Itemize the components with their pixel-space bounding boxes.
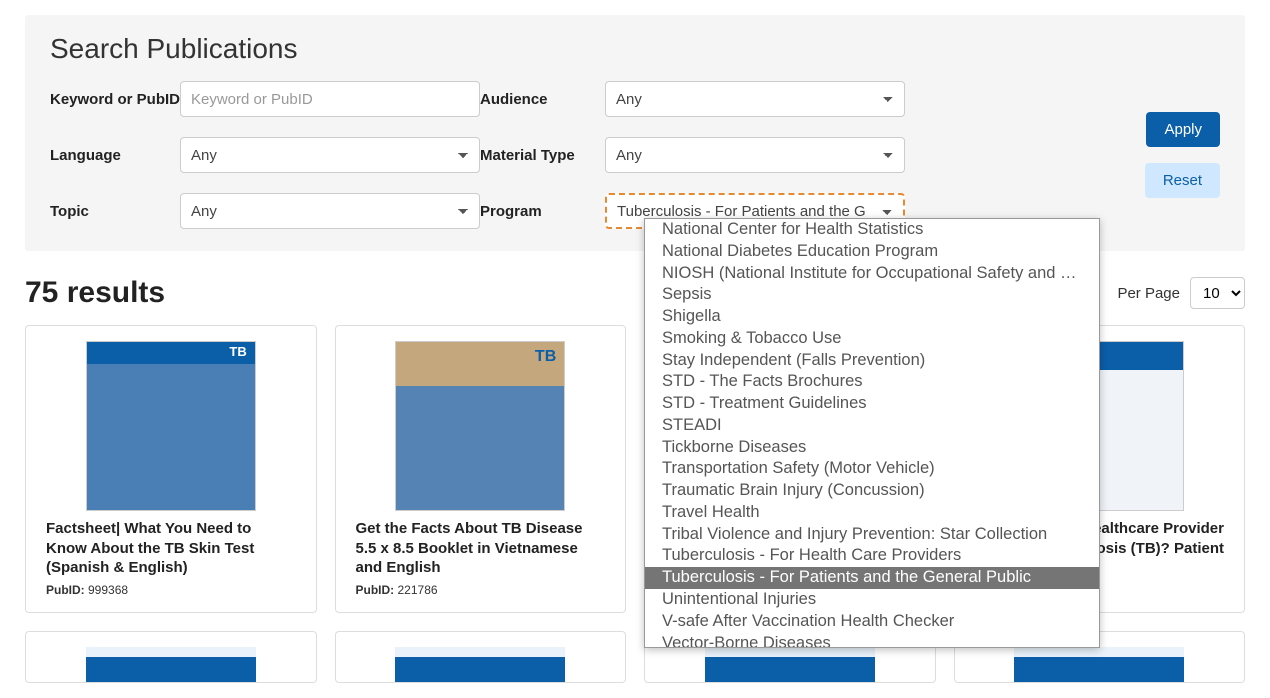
publication-thumbnail [1014, 647, 1184, 683]
label-program: Program [480, 203, 605, 220]
program-option[interactable]: Tribal Violence and Injury Prevention: S… [645, 524, 1099, 546]
card-pubid: PubID: 221786 [356, 583, 606, 597]
program-option[interactable]: Tuberculosis - For Patients and the Gene… [645, 567, 1099, 589]
publication-thumbnail [86, 647, 256, 683]
buttons-cell: Apply Reset [905, 112, 1220, 198]
apply-button[interactable]: Apply [1146, 112, 1220, 147]
material-type-select[interactable]: Any [605, 137, 905, 173]
language-select[interactable]: Any [180, 137, 480, 173]
program-option[interactable]: National Diabetes Education Program [645, 241, 1099, 263]
program-dropdown-listbox[interactable]: National Center for Health StatisticsNat… [644, 218, 1100, 648]
card-thumb-wrap [356, 341, 606, 511]
search-title: Search Publications [50, 33, 1220, 65]
program-option[interactable]: V-safe After Vaccination Health Checker [645, 611, 1099, 633]
label-keyword: Keyword or PubID [50, 91, 180, 108]
program-option[interactable]: Tickborne Diseases [645, 437, 1099, 459]
topic-select[interactable]: Any [180, 193, 480, 229]
program-option[interactable]: STD - The Facts Brochures [645, 371, 1099, 393]
publication-thumbnail [86, 341, 256, 511]
card-title: Get the Facts About TB Disease 5.5 x 8.5… [356, 519, 606, 578]
label-topic: Topic [50, 203, 180, 220]
results-count: 75 results [25, 276, 165, 310]
program-option[interactable]: Smoking & Tobacco Use [645, 328, 1099, 350]
program-option[interactable]: STD - Treatment Guidelines [645, 393, 1099, 415]
program-option[interactable]: Sepsis [645, 284, 1099, 306]
label-language: Language [50, 147, 180, 164]
per-page-select[interactable]: 10 [1190, 277, 1245, 309]
program-option[interactable]: Transportation Safety (Motor Vehicle) [645, 458, 1099, 480]
program-option[interactable]: Traumatic Brain Injury (Concussion) [645, 480, 1099, 502]
program-option[interactable]: National Center for Health Statistics [645, 219, 1099, 241]
reset-button[interactable]: Reset [1145, 163, 1220, 198]
label-audience: Audience [480, 91, 605, 108]
program-option[interactable]: Shigella [645, 306, 1099, 328]
result-card[interactable]: Factsheet| What You Need to Know About t… [25, 325, 317, 613]
card-pubid: PubID: 999368 [46, 583, 296, 597]
audience-select[interactable]: Any [605, 81, 905, 117]
result-card[interactable]: Get the Facts About TB Disease 5.5 x 8.5… [335, 325, 627, 613]
program-option[interactable]: Stay Independent (Falls Prevention) [645, 350, 1099, 372]
publication-thumbnail [395, 341, 565, 511]
publication-thumbnail [395, 647, 565, 683]
publication-thumbnail [705, 647, 875, 683]
program-option[interactable]: Vector-Borne Diseases [645, 633, 1099, 648]
per-page-wrap: Per Page 10 [1117, 277, 1245, 309]
search-grid: Keyword or PubID Audience Any Apply Rese… [50, 81, 1220, 229]
program-option[interactable]: Travel Health [645, 502, 1099, 524]
card-thumb-wrap [46, 341, 296, 511]
program-option[interactable]: Tuberculosis - For Health Care Providers [645, 545, 1099, 567]
program-option[interactable]: Unintentional Injuries [645, 589, 1099, 611]
keyword-input[interactable] [180, 81, 480, 117]
program-option[interactable]: STEADI [645, 415, 1099, 437]
program-option[interactable]: NIOSH (National Institute for Occupation… [645, 263, 1099, 285]
per-page-label: Per Page [1117, 285, 1180, 302]
label-material-type: Material Type [480, 147, 605, 164]
search-panel: Search Publications Keyword or PubID Aud… [25, 15, 1245, 251]
card-title: Factsheet| What You Need to Know About t… [46, 519, 296, 578]
